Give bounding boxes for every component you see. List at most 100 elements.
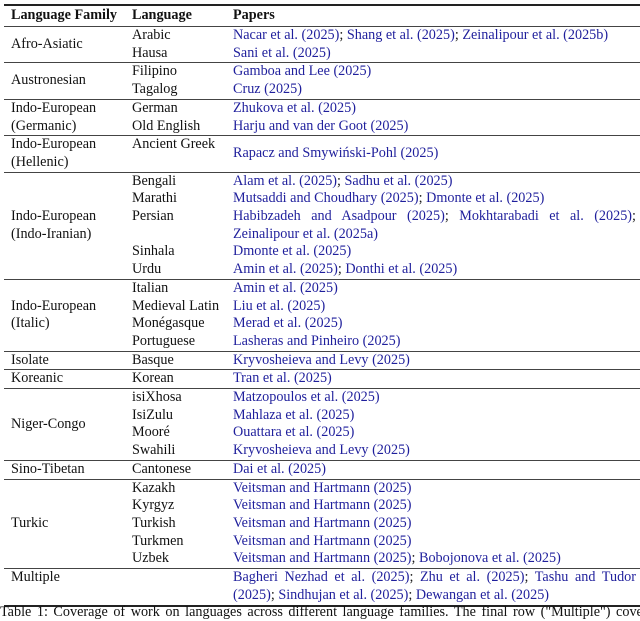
papers-cell: Sani et al. (2025) <box>233 45 640 63</box>
language-cell <box>132 569 233 606</box>
citation-link[interactable]: Alam et al. (2025) <box>233 173 337 189</box>
citation-separator: ; <box>337 172 345 189</box>
language-cell: isiXhosa <box>132 389 182 406</box>
citation-link[interactable]: Lasheras and Pinheiro (2025) <box>233 333 400 349</box>
language-cell: German <box>132 99 178 116</box>
language-family-name: Afro-Asiatic <box>11 35 83 52</box>
citation-link[interactable]: Liu et al. (2025) <box>233 298 325 314</box>
papers-cell: Rapacz and Smywiński-Pohl (2025) <box>233 136 640 172</box>
citation-link[interactable]: Zhukova et al. (2025) <box>233 100 356 116</box>
citation-link[interactable]: Ouattara et al. (2025) <box>233 424 354 440</box>
citation-link[interactable]: Sadhu et al. (2025) <box>345 173 453 189</box>
language-cell: Italian <box>132 279 169 296</box>
papers-cell: Nacar et al. (2025); Shang et al. (2025)… <box>233 27 640 45</box>
table-header-row: Language Family Language Papers <box>4 4 640 27</box>
language-family-group: Multiple Bagheri Nezhad et al. (2025); Zh… <box>4 568 640 606</box>
papers-cell: Veitsman and Hartmann (2025) <box>233 479 640 497</box>
citation-link[interactable]: Rapacz and Smywiński-Pohl (2025) <box>233 145 438 161</box>
language-family-group: Indo-European (Germanic) German Zhukova et … <box>4 99 640 135</box>
citation-link[interactable]: Kryvosheieva and Levy (2025) <box>233 352 410 368</box>
citation-link[interactable]: Veitsman and Hartmann (2025) <box>233 533 411 549</box>
citation-link[interactable]: Veitsman and Hartmann (2025) <box>233 550 411 566</box>
papers-cell: Amin et al. (2025); Donthi et al. (2025) <box>233 261 640 279</box>
citation-link[interactable]: Veitsman and Hartmann (2025) <box>233 480 411 496</box>
language-family-line: Indo-European <box>11 297 97 314</box>
header-language-family: Language Family <box>4 4 132 27</box>
language-family-cell: Niger-Congo <box>4 389 132 461</box>
language-cell: Monégasque <box>132 315 205 332</box>
language-family-group: Afro-Asiatic Arabic Nacar et al. (2025); S… <box>4 26 640 63</box>
citation-link[interactable]: Bagheri Nezhad et al. (2025) <box>233 569 409 585</box>
papers-cell: Tran et al. (2025) <box>233 370 640 389</box>
citation-link[interactable]: Mahlaza et al. (2025) <box>233 407 354 423</box>
papers-cell: Liu et al. (2025) <box>233 298 640 316</box>
language-family-cell: Sino-Tibetan <box>4 460 132 479</box>
citation-link[interactable]: Tran et al. (2025) <box>233 370 332 386</box>
language-family-name: Sino-Tibetan <box>11 460 85 477</box>
language-family-line: (Hellenic) <box>11 153 69 170</box>
citation-link[interactable]: Kryvosheieva and Levy (2025) <box>233 442 410 458</box>
header-language: Language <box>132 4 233 27</box>
citation-link[interactable]: Gamboa and Lee (2025) <box>233 63 371 79</box>
citation-link[interactable]: Habibzadeh and Asadpour (2025) <box>233 208 445 224</box>
citation-link[interactable]: Cruz (2025) <box>233 81 302 97</box>
citation-link[interactable]: Dmonte et al. (2025) <box>233 243 351 259</box>
language-family-cell: Indo-European (Italic) <box>4 279 132 351</box>
language-family-line: (Italic) <box>11 315 50 332</box>
table-row: Niger-Congo isiXhosa Matzopoulos et al. (2… <box>4 389 640 432</box>
language-family-cell: Turkic <box>4 479 132 569</box>
citation-link[interactable]: Donthi et al. (2025) <box>345 261 457 277</box>
language-family-line: Indo-European <box>11 99 97 116</box>
table-row: Indo-European (Indo-Iranian) Bengali Alam e… <box>4 172 640 242</box>
language-family-cell: Koreanic <box>4 370 132 389</box>
language-family-group: Indo-European (Italic) Italian Amin et al. … <box>4 279 640 351</box>
papers-cell: Veitsman and Hartmann (2025) <box>233 533 640 551</box>
language-family-group: Isolate Basque Kryvosheieva and Levy (2025… <box>4 351 640 370</box>
language-coverage-table: Language Family Language Papers Afro-Asi… <box>4 4 640 607</box>
citation-link[interactable]: Sindhujan et al. (2025) <box>278 587 408 603</box>
citation-link[interactable]: Zeinalipour et al. (2025a) <box>233 226 378 242</box>
citation-link[interactable]: Sani et al. (2025) <box>233 45 331 61</box>
papers-cell: Alam et al. (2025); Sadhu et al. (2025) <box>233 172 640 190</box>
citation-link[interactable]: Zeinalipour et al. (2025b) <box>462 27 608 43</box>
citation-link[interactable]: Mutsaddi and Choudhary (2025) <box>233 190 419 206</box>
header-papers: Papers <box>233 4 640 27</box>
citation-link[interactable]: Dai et al. (2025) <box>233 461 326 477</box>
language-family-line: (Germanic) <box>11 117 77 134</box>
table-row: Afro-Asiatic Arabic Nacar et al. (2025); S… <box>4 27 640 52</box>
citation-link[interactable]: Dewangan et al. (2025) <box>416 587 549 603</box>
language-cell: Medieval Latin <box>132 297 220 314</box>
citation-link[interactable]: Amin et al. (2025) <box>233 261 338 277</box>
language-family-group: Turkic Kazakh Veitsman and Hartmann (2025)… <box>4 479 640 569</box>
papers-cell: Merad et al. (2025) <box>233 315 640 333</box>
citation-link[interactable]: Merad et al. (2025) <box>233 315 343 331</box>
language-cell: Cantonese <box>132 460 192 477</box>
citation-link[interactable]: Bobojonova et al. (2025) <box>419 550 561 566</box>
language-family-cell: Multiple <box>4 569 132 606</box>
citation-link[interactable]: Shang et al. (2025) <box>347 27 455 43</box>
table-row: Isolate Basque Kryvosheieva and Levy (2025… <box>4 351 640 370</box>
citation-link[interactable]: Harju and van der Goot (2025) <box>233 118 408 134</box>
papers-cell: Harju and van der Goot (2025) <box>233 118 640 136</box>
citation-link[interactable]: Mokhtarabadi et al. (2025) <box>459 208 632 224</box>
language-family-cell: Indo-European (Hellenic) <box>4 136 132 172</box>
language-cell: IsiZulu <box>132 406 173 423</box>
citation-link[interactable]: Veitsman and Hartmann (2025) <box>233 515 411 531</box>
language-cell: Ancient Greek <box>132 136 216 153</box>
papers-cell: Ouattara et al. (2025) <box>233 424 640 442</box>
citation-link[interactable]: Nacar et al. (2025) <box>233 27 339 43</box>
citation-separator: ; <box>444 208 460 225</box>
citation-link[interactable]: Veitsman and Hartmann (2025) <box>233 497 411 513</box>
papers-cell: Dmonte et al. (2025) <box>233 243 640 261</box>
papers-cell: Habibzadeh and Asadpour (2025); Mokhtara… <box>233 208 640 243</box>
language-cell: Old English <box>132 117 201 134</box>
citation-link[interactable]: Dmonte et al. (2025) <box>426 190 544 206</box>
citation-link[interactable]: Amin et al. (2025) <box>233 280 338 296</box>
citation-link[interactable]: Zhu et al. (2025) <box>420 569 524 585</box>
language-cell: Swahili <box>132 442 176 459</box>
citation-link[interactable]: Matzopoulos et al. (2025) <box>233 389 380 405</box>
citation-separator: ; <box>339 27 347 43</box>
language-family-line: Indo-European <box>11 136 97 153</box>
citation-separator: ; <box>411 550 419 567</box>
papers-cell: Mahlaza et al. (2025) <box>233 407 640 425</box>
